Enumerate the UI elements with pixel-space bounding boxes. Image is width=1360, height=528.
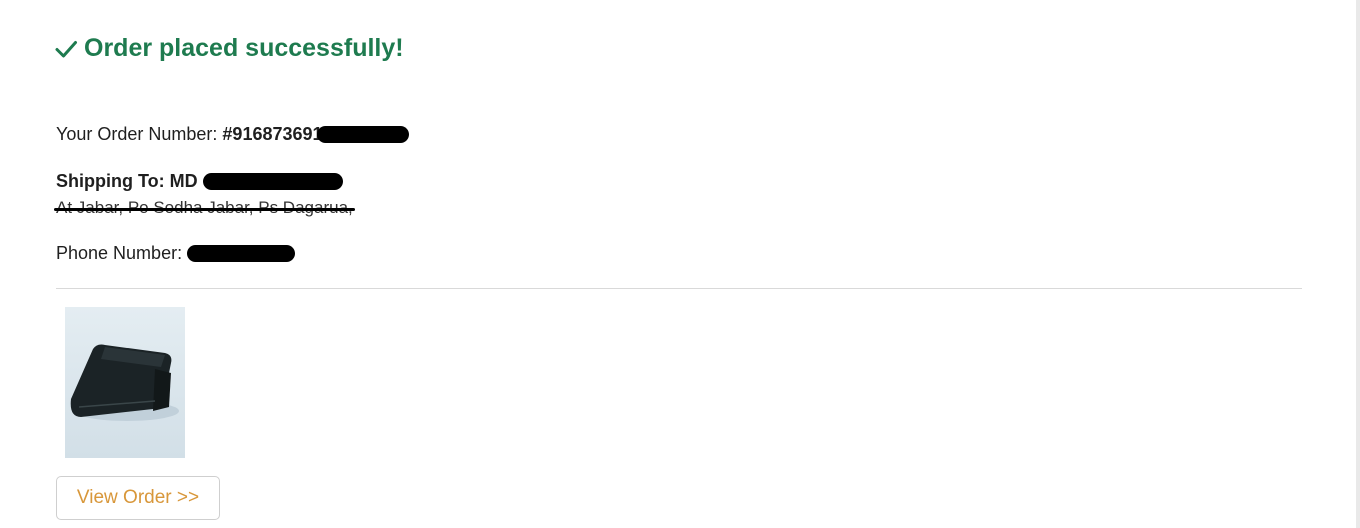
- shipping-label: Shipping To:: [56, 171, 165, 191]
- success-text: Order placed successfully!: [84, 34, 404, 62]
- redaction-mark: [202, 173, 343, 190]
- view-order-button[interactable]: View Order >>: [56, 476, 220, 520]
- order-number-label: Your Order Number:: [56, 124, 218, 144]
- phone-number-line: Phone Number:: [56, 243, 296, 264]
- shipping-to-line: Shipping To: MD: [56, 171, 343, 192]
- redaction-mark: [187, 245, 296, 262]
- order-number-line: Your Order Number: #916873691: [56, 124, 409, 145]
- shipping-address-line: At Jabar, Po Sodha Jabar, Ps Dagarua,: [54, 198, 355, 218]
- redaction-mark: [316, 126, 409, 143]
- order-confirmation-page: Order placed successfully! Your Order Nu…: [0, 0, 1360, 528]
- order-number-value: #916873691: [222, 124, 323, 144]
- divider: [56, 288, 1302, 289]
- shipping-address: At Jabar, Po Sodha Jabar, Ps Dagarua,: [54, 198, 355, 217]
- shipping-name: MD: [169, 171, 198, 191]
- check-icon: [54, 37, 78, 61]
- phone-label: Phone Number:: [56, 243, 183, 263]
- wallet-product-image[interactable]: [65, 307, 185, 458]
- success-message: Order placed successfully!: [54, 34, 404, 63]
- page-edge: [1356, 0, 1360, 528]
